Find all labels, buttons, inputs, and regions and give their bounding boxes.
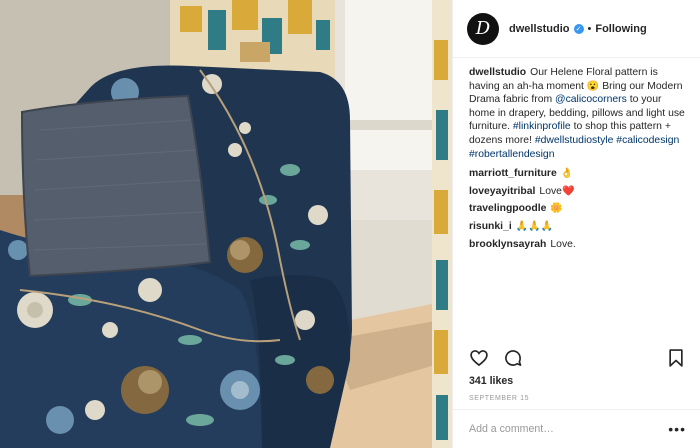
avatar-letter: D [475,17,491,39]
avatar[interactable]: D [467,12,499,45]
comment-author[interactable]: brooklynsayrah [469,239,546,250]
more-options-icon[interactable]: ••• [668,422,686,436]
verified-badge-icon: ✓ [573,23,584,34]
ok-hand-icon: 👌 [560,168,574,180]
hashtag-link[interactable]: #calicodesign [616,135,679,146]
post-sidebar: D dwellstudio ✓ • Following dwellstudio O… [452,0,700,448]
following-button[interactable]: Following [595,23,646,35]
folded-hands-icon: 🙏🙏🙏 [515,220,554,232]
username[interactable]: dwellstudio [509,23,570,35]
caption-author[interactable]: dwellstudio [469,67,526,78]
comments-list: dwellstudio Our Helene Floral pattern is … [453,58,700,340]
mention-link[interactable]: @calicocorners [555,94,627,105]
blossom-icon: 🌼 [550,203,563,215]
comment-item: brooklynsayrah Love. [469,238,688,252]
comment-author[interactable]: loveyayitribal [469,186,535,197]
caption: dwellstudio Our Helene Floral pattern is … [469,66,688,161]
astonished-face-icon: 😮 [586,80,600,92]
curtain-right [432,0,452,448]
comment-item: marriott_furniture 👌 [469,167,688,181]
comment-icon[interactable] [503,348,523,368]
hashtag-link[interactable]: #linkinprofile [513,121,571,132]
comment-text: Love [539,185,562,197]
comment-author[interactable]: travelingpoodle [469,203,546,214]
post-header: D dwellstudio ✓ • Following [453,0,700,58]
comment-author[interactable]: marriott_furniture [469,168,557,179]
hashtag-link[interactable]: #robertallendesign [469,149,555,160]
pillow [20,94,212,278]
instagram-post: D dwellstudio ✓ • Following dwellstudio O… [0,0,700,448]
comment-input[interactable] [469,423,669,435]
comment-text: Love. [550,238,576,250]
header-separator: • [587,22,592,35]
comment-item: loveyayitribal Love❤️ [469,185,688,199]
comment-author[interactable]: risunki_i [469,221,512,232]
action-bar [469,346,686,370]
comment-item: risunki_i 🙏🙏🙏 [469,220,688,234]
likes-count[interactable]: 341 likes [469,375,513,387]
hashtag-link[interactable]: #dwellstudiostyle [535,135,614,146]
verified-check: ✓ [575,25,582,33]
post-photo[interactable] [0,0,452,448]
comment-item: travelingpoodle 🌼 [469,202,688,216]
red-heart-icon: ❤️ [561,185,575,197]
bookmark-icon[interactable] [666,348,686,368]
post-date: SEPTEMBER 15 [469,395,530,402]
heart-icon[interactable] [469,348,489,368]
add-comment-bar: ••• [453,409,700,448]
armchair-photo [0,0,452,448]
